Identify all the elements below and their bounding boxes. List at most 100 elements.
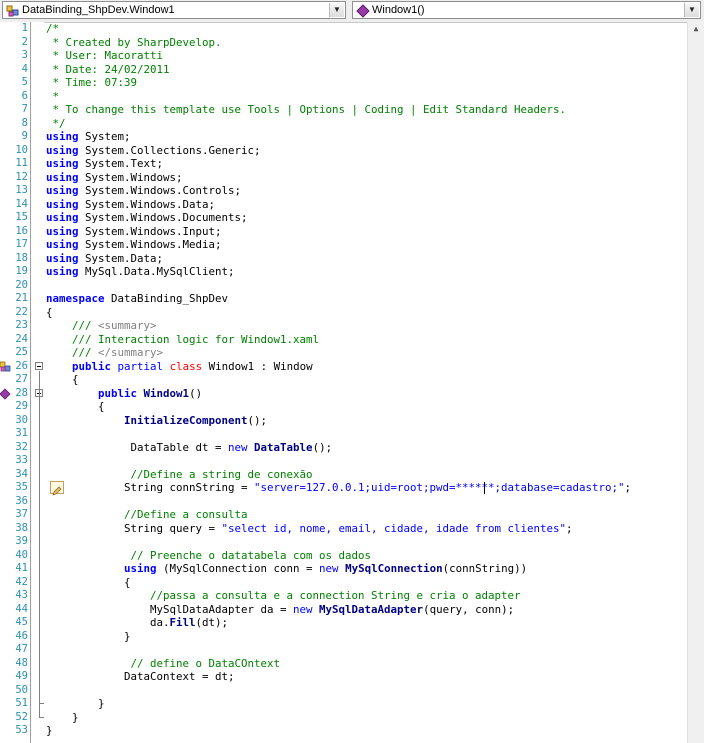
code-token: new	[293, 602, 313, 616]
code-line[interactable]: using System.Data;	[46, 252, 163, 266]
code-token: * Created by SharpDevelop.	[46, 35, 222, 49]
code-line[interactable]: MySqlDataAdapter da = new MySqlDataAdapt…	[46, 603, 514, 617]
code-line[interactable]: */	[46, 117, 66, 131]
code-token: using	[46, 170, 79, 184]
code-text-area[interactable]: /* * Created by SharpDevelop. * User: Ma…	[46, 22, 688, 743]
code-token: System.Text;	[78, 157, 164, 170]
line-number: 42	[15, 575, 28, 588]
method-member-icon	[0, 387, 11, 400]
code-line[interactable]: using MySql.Data.MySqlClient;	[46, 265, 235, 279]
chevron-down-icon[interactable]: ▼	[329, 3, 344, 17]
code-token: /*	[46, 22, 60, 35]
code-line[interactable]: // Preenche o datatabela com os dados	[46, 549, 372, 563]
code-token: String query =	[46, 521, 222, 535]
code-line[interactable]: {	[46, 400, 105, 414]
code-token: DataTable dt =	[46, 440, 229, 454]
code-line[interactable]: }	[46, 697, 105, 711]
code-token: String connString =	[46, 481, 255, 494]
code-line[interactable]: }	[46, 630, 131, 644]
chevron-down-icon[interactable]: ▼	[684, 3, 699, 17]
code-line[interactable]: public Window1()	[46, 387, 202, 401]
code-line[interactable]: {	[46, 576, 131, 590]
line-number: 46	[15, 629, 28, 642]
code-line[interactable]: // define o DataCOntext	[46, 657, 281, 671]
code-line[interactable]: /*	[46, 22, 59, 36]
line-number: 36	[15, 494, 28, 507]
code-token: System.Data;	[78, 251, 164, 265]
code-line[interactable]: //Define a string de conexão	[46, 468, 313, 482]
code-token: * To change this template use Tools | Op…	[46, 103, 567, 116]
code-token: //Define a string de conexão	[46, 467, 313, 481]
code-token: ()	[189, 386, 203, 400]
code-line[interactable]: String connString = "server=127.0.0.1;ui…	[46, 481, 631, 495]
line-number: 16	[15, 224, 28, 237]
code-line[interactable]: using System.Windows.Documents;	[46, 211, 248, 225]
code-token: (MySqlConnection conn =	[156, 562, 320, 575]
code-line[interactable]: using (MySqlConnection conn = new MySqlC…	[46, 562, 527, 576]
fold-toggle-icon[interactable]	[35, 362, 43, 370]
line-number: 22	[15, 305, 28, 318]
code-line[interactable]: * Created by SharpDevelop.	[46, 36, 222, 50]
code-line[interactable]: using System.Windows;	[46, 171, 183, 185]
member-dropdown[interactable]: Window1() ▼	[352, 1, 701, 19]
pencil-icon	[52, 486, 62, 496]
code-token: //passa a consulta e a connection String…	[46, 589, 521, 602]
vertical-scrollbar[interactable]: ▲	[687, 22, 704, 743]
code-token: }	[46, 724, 53, 737]
edit-suggestion-icon[interactable]	[50, 481, 64, 496]
code-line[interactable]: //passa a consulta e a connection String…	[46, 589, 521, 603]
code-token: using	[46, 157, 79, 170]
code-line[interactable]: using System.Windows.Controls;	[46, 184, 241, 198]
code-line[interactable]: using System.Windows.Input;	[46, 225, 222, 239]
code-token: * User: Macoratti	[46, 49, 164, 62]
class-dropdown[interactable]: DataBinding_ShpDev.Window1 ▼	[2, 1, 346, 19]
code-line[interactable]: namespace DataBinding_ShpDev	[46, 292, 228, 306]
code-line[interactable]: using System;	[46, 130, 131, 144]
code-editor[interactable]: 1 2 3 4 5 6 7 8 9 10 11 12 13 14 15 16 17 18 19 20 21 22 23 24 2…	[0, 22, 704, 743]
line-number: 38	[15, 521, 28, 534]
code-token: System.Windows.Media;	[78, 238, 222, 251]
code-token: }	[46, 697, 105, 710]
code-line[interactable]: /// Interaction logic for Window1.xaml	[46, 333, 319, 347]
code-line[interactable]: da.Fill(dt);	[46, 616, 228, 630]
fold-guide-line	[39, 397, 40, 704]
code-line[interactable]: * To change this template use Tools | Op…	[46, 103, 567, 117]
scroll-up-arrow-icon[interactable]: ▲	[688, 22, 704, 36]
code-line[interactable]: DataTable dt = new DataTable();	[46, 440, 333, 455]
code-line[interactable]: }	[46, 724, 53, 738]
code-line[interactable]: {	[46, 306, 53, 320]
code-line[interactable]: }	[46, 711, 79, 725]
code-line[interactable]: using System.Windows.Data;	[46, 198, 215, 212]
code-line[interactable]: InitializeComponent();	[46, 414, 267, 428]
code-line[interactable]: //Define a consulta	[46, 508, 248, 522]
code-token: using	[46, 265, 79, 278]
code-line[interactable]: String query = "select id, nome, email, …	[46, 522, 573, 536]
code-token: using	[46, 224, 79, 238]
code-line[interactable]: using System.Text;	[46, 157, 163, 171]
code-token: System.Collections.Generic;	[78, 143, 261, 157]
line-number: 14	[15, 197, 28, 210]
code-line[interactable]: public partial class Window1 : Window	[46, 360, 313, 374]
code-token: ///	[46, 319, 99, 332]
code-token: class	[169, 359, 203, 373]
code-line[interactable]: /// </summary>	[46, 346, 163, 360]
code-token: /// Interaction logic for Window1.xaml	[46, 332, 320, 346]
line-number: 27	[15, 373, 28, 385]
code-line[interactable]: * Time: 07:39	[46, 76, 138, 90]
line-number-gutter: 1 2 3 4 5 6 7 8 9 10 11 12 13 14 15 16 17 18 19 20 21 22 23 24 2…	[0, 22, 44, 743]
code-line[interactable]: * Date: 24/02/2011	[46, 63, 170, 77]
code-line[interactable]: DataContext = dt;	[46, 670, 235, 684]
fold-guide-end	[39, 703, 44, 704]
code-token: System.Windows.Controls;	[78, 184, 242, 197]
line-number: 2	[21, 35, 28, 48]
code-line[interactable]: using System.Windows.Media;	[46, 238, 222, 252]
line-number: 34	[15, 467, 28, 480]
code-line[interactable]: *	[46, 90, 60, 104]
code-line[interactable]: using System.Collections.Generic;	[46, 144, 261, 158]
code-line[interactable]: {	[46, 373, 79, 387]
code-token: using	[124, 562, 157, 575]
code-line[interactable]: * User: Macoratti	[46, 49, 164, 63]
code-line[interactable]: /// <summary>	[46, 319, 157, 333]
